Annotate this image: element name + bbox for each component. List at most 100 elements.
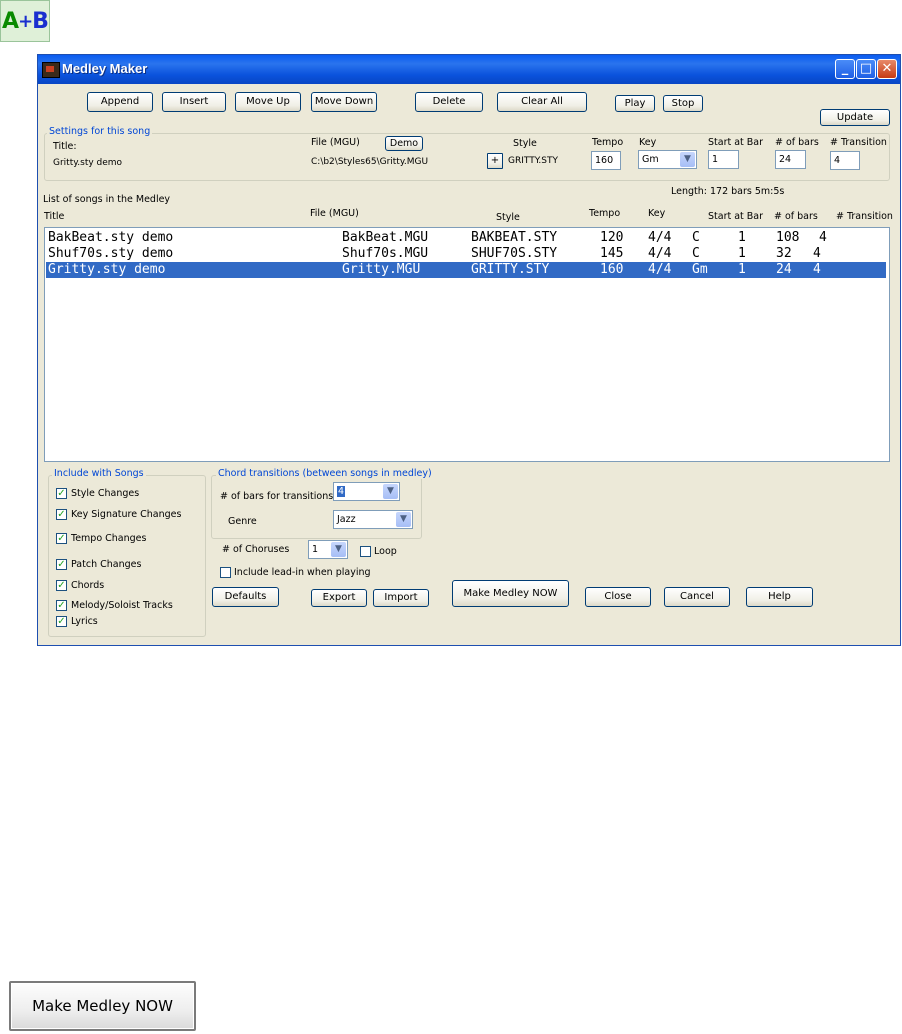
patch-changes-label: Patch Changes xyxy=(71,559,142,570)
patch-changes-checkbox[interactable]: ✓ xyxy=(56,559,67,570)
logo-plus: + xyxy=(18,10,33,32)
row-transition: 4 xyxy=(813,262,821,277)
chords-checkbox[interactable]: ✓ xyxy=(56,580,67,591)
row-style: GRITTY.STY xyxy=(471,262,550,277)
row-style: SHUF70S.STY xyxy=(471,246,558,261)
include-leadin-label: Include lead-in when playing xyxy=(234,567,371,578)
title-label: Title: xyxy=(53,141,77,152)
start-at-bar-label: Start at Bar xyxy=(708,137,764,148)
insert-button[interactable]: Insert xyxy=(162,92,226,112)
list-caption: List of songs in the Medley xyxy=(43,194,171,205)
header-style: Style xyxy=(496,212,520,223)
loop-label: Loop xyxy=(374,546,397,557)
loop-checkbox[interactable] xyxy=(360,546,371,557)
file-value: C:\b2\Styles65\Gritty.MGU xyxy=(311,157,429,167)
header-transition: # Transition xyxy=(836,211,893,222)
tempo-label: Tempo xyxy=(592,137,624,148)
medley-maker-window: Medley Maker _ □ ✕ Append Insert Move Up… xyxy=(37,54,901,646)
song-row-selected[interactable]: Gritty.sty demo Gritty.MGU GRITTY.STY 16… xyxy=(46,262,886,278)
song-row[interactable]: BakBeat.sty demo BakBeat.MGU BAKBEAT.STY… xyxy=(46,230,886,246)
import-button[interactable]: Import xyxy=(373,589,429,607)
file-label: File (MGU) xyxy=(311,137,360,148)
row-title: Shuf70s.sty demo xyxy=(48,246,174,261)
row-key: C xyxy=(692,246,700,261)
logo-letter-a: A xyxy=(2,8,19,34)
medley-logo-icon: A + B xyxy=(0,0,50,42)
row-time: 4/4 xyxy=(648,262,672,277)
stop-button[interactable]: Stop xyxy=(663,95,703,112)
append-button[interactable]: Append xyxy=(87,92,153,112)
genre-select[interactable]: Jazz ▼ xyxy=(333,510,413,529)
transition-bars-select[interactable]: 4 ▼ xyxy=(333,482,400,501)
start-at-bar-input[interactable]: 1 xyxy=(708,150,739,169)
row-style: BAKBEAT.STY xyxy=(471,230,558,245)
row-file: Shuf70s.MGU xyxy=(342,246,429,261)
transition-bars-label: # of bars for transitions xyxy=(220,491,334,502)
songs-list[interactable]: BakBeat.sty demo BakBeat.MGU BAKBEAT.STY… xyxy=(44,227,890,462)
defaults-button[interactable]: Defaults xyxy=(212,587,279,607)
header-file: File (MGU) xyxy=(310,208,359,219)
update-button[interactable]: Update xyxy=(820,109,890,126)
style-label: Style xyxy=(513,138,537,149)
close-icon: ✕ xyxy=(881,61,893,76)
song-row[interactable]: Shuf70s.sty demo Shuf70s.MGU SHUF70S.STY… xyxy=(46,246,886,262)
row-file: BakBeat.MGU xyxy=(342,230,429,245)
row-tempo: 145 xyxy=(600,246,624,261)
header-bars: # of bars xyxy=(774,211,818,222)
include-leadin-checkbox[interactable] xyxy=(220,567,231,578)
title-bar[interactable]: Medley Maker _ □ ✕ xyxy=(38,55,900,84)
key-signature-checkbox[interactable]: ✓ xyxy=(56,509,67,520)
choruses-select[interactable]: 1 ▼ xyxy=(308,540,348,559)
tempo-changes-checkbox[interactable]: ✓ xyxy=(56,533,67,544)
demo-button[interactable]: Demo xyxy=(385,136,423,151)
add-style-button[interactable]: + xyxy=(487,153,503,169)
lyrics-checkbox[interactable]: ✓ xyxy=(56,616,67,627)
genre-label: Genre xyxy=(228,516,257,527)
bars-label: # of bars xyxy=(775,137,819,148)
melody-soloist-checkbox[interactable]: ✓ xyxy=(56,600,67,611)
make-medley-now-button-large[interactable]: Make Medley NOW xyxy=(9,981,196,1031)
row-time: 4/4 xyxy=(648,230,672,245)
chevron-down-icon: ▼ xyxy=(331,542,346,557)
chevron-down-icon: ▼ xyxy=(680,152,695,167)
make-medley-button[interactable]: Make Medley NOW xyxy=(452,580,569,607)
settings-group xyxy=(44,133,890,181)
maximize-button[interactable]: □ xyxy=(856,59,876,79)
key-signature-label: Key Signature Changes xyxy=(71,509,182,520)
close-window-button[interactable]: ✕ xyxy=(877,59,897,79)
row-transition: 4 xyxy=(813,246,821,261)
tempo-input[interactable]: 160 xyxy=(591,151,621,170)
bars-input[interactable]: 24 xyxy=(775,150,806,169)
row-start: 1 xyxy=(738,262,746,277)
include-legend: Include with Songs xyxy=(52,468,146,479)
style-changes-label: Style Changes xyxy=(71,488,140,499)
header-title: Title xyxy=(44,211,65,222)
close-button[interactable]: Close xyxy=(585,587,651,607)
row-bars: 24 xyxy=(776,262,792,277)
row-tempo: 160 xyxy=(600,262,624,277)
export-button[interactable]: Export xyxy=(311,589,367,607)
key-select[interactable]: Gm ▼ xyxy=(638,150,697,169)
maximize-icon: □ xyxy=(859,61,873,76)
cancel-button[interactable]: Cancel xyxy=(664,587,730,607)
minimize-icon: _ xyxy=(841,61,849,76)
genre-value: Jazz xyxy=(337,514,356,525)
play-button[interactable]: Play xyxy=(615,95,655,112)
row-start: 1 xyxy=(738,246,746,261)
move-up-button[interactable]: Move Up xyxy=(235,92,301,112)
move-down-button[interactable]: Move Down xyxy=(311,92,377,112)
transition-input[interactable]: 4 xyxy=(830,151,860,170)
row-key: C xyxy=(692,230,700,245)
row-title: Gritty.sty demo xyxy=(48,262,166,277)
row-bars: 108 xyxy=(776,230,800,245)
choruses-label: # of Choruses xyxy=(222,544,290,555)
clear-all-button[interactable]: Clear All xyxy=(497,92,587,112)
style-changes-checkbox[interactable]: ✓ xyxy=(56,488,67,499)
minimize-button[interactable]: _ xyxy=(835,59,855,79)
row-time: 4/4 xyxy=(648,246,672,261)
delete-button[interactable]: Delete xyxy=(415,92,483,112)
row-file: Gritty.MGU xyxy=(342,262,421,277)
help-button[interactable]: Help xyxy=(746,587,813,607)
window-title: Medley Maker xyxy=(62,61,148,76)
row-title: BakBeat.sty demo xyxy=(48,230,174,245)
